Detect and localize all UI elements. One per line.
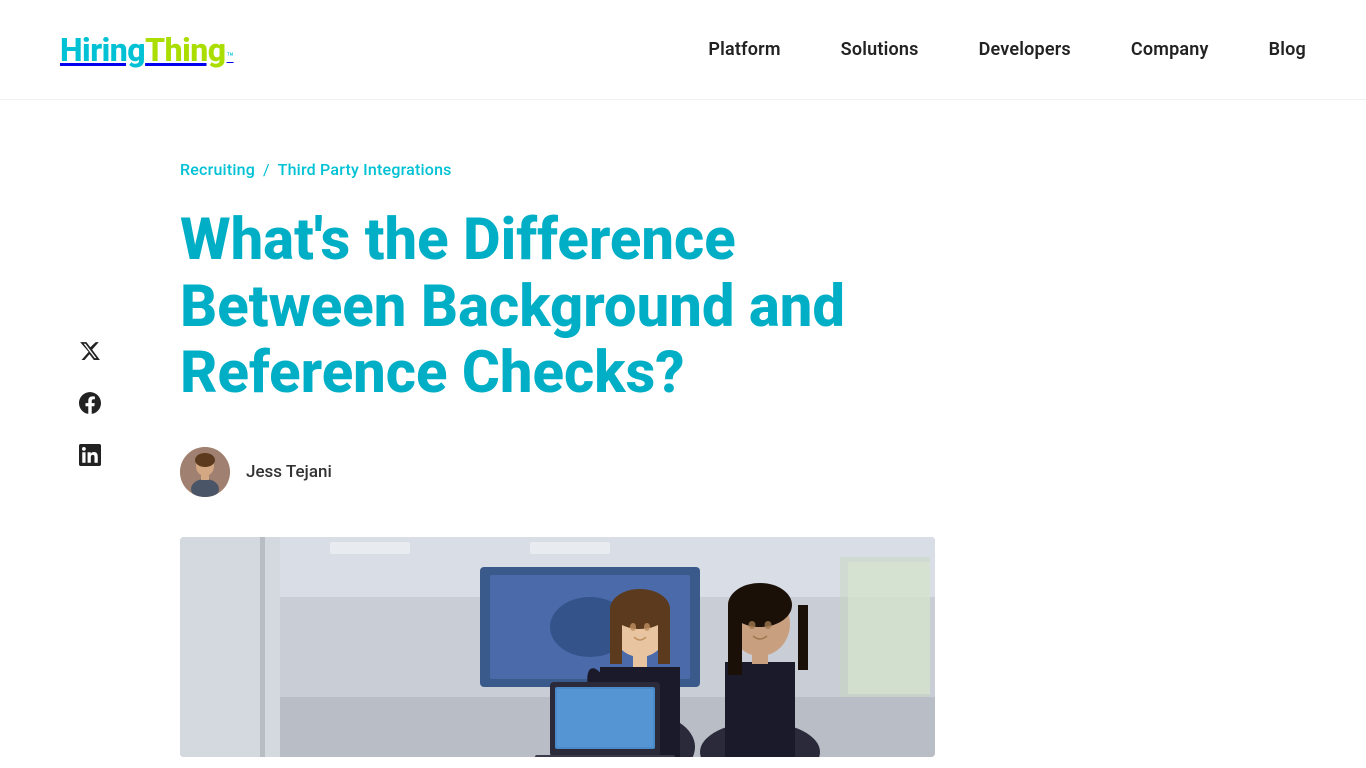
author-name: Jess Tejani [246,462,332,482]
breadcrumb-third-party[interactable]: Third Party Integrations [278,160,452,179]
logo-text: HiringThing™ [60,31,234,69]
main-nav: Platform Solutions Developers Company Bl… [708,39,1306,60]
logo-thing: Thing [145,31,225,69]
article-title: What's the Difference Between Background… [180,207,940,407]
logo-tm: ™ [227,50,234,64]
twitter-share-link[interactable] [79,340,101,362]
breadcrumb-separator: / [263,160,270,179]
linkedin-icon [79,444,101,466]
site-header: HiringThing™ Platform Solutions Develope… [0,0,1366,100]
breadcrumb-recruiting[interactable]: Recruiting [180,160,255,179]
breadcrumb: Recruiting / Third Party Integrations [180,160,1180,179]
article-content: Recruiting / Third Party Integrations Wh… [120,160,1180,757]
hero-image [180,537,935,757]
logo[interactable]: HiringThing™ [60,31,234,69]
nav-platform[interactable]: Platform [708,39,780,60]
author-avatar [180,447,230,497]
author-avatar-image [180,447,230,497]
nav-solutions[interactable]: Solutions [841,39,919,60]
twitter-icon [79,340,101,362]
nav-company[interactable]: Company [1131,39,1209,60]
facebook-icon [79,392,101,414]
logo-hiring: Hiring [60,31,145,69]
social-sidebar [60,160,120,757]
main-wrapper: Recruiting / Third Party Integrations Wh… [0,100,1366,757]
linkedin-share-link[interactable] [79,444,101,466]
hero-scene-svg [180,537,935,757]
nav-blog[interactable]: Blog [1269,39,1306,60]
author-row: Jess Tejani [180,447,1180,497]
facebook-share-link[interactable] [79,392,101,414]
nav-developers[interactable]: Developers [979,39,1071,60]
